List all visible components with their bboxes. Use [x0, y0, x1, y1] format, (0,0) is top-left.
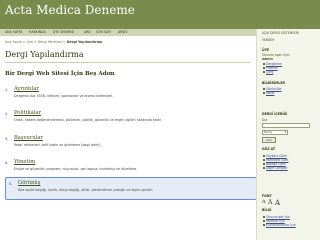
breadcrumb-separator: > [34, 40, 37, 44]
search-label: Ara [262, 118, 268, 122]
step-number: 2. [5, 112, 9, 116]
setup-step-3: 3. Başvurular Yazar rehberleri, telif ha… [5, 135, 251, 151]
setup-step-4: 4. Yönetim Erişim ve güvenlik, program, … [5, 159, 251, 175]
sidebar-user-heading: Üye [262, 48, 270, 52]
page-subtitle: Bir Dergi Web Sitesi İçin Beş Adım [5, 71, 115, 77]
step-description: Ana sayfa başlığı, içerik, dergi başlığı… [18, 188, 154, 192]
step-description: Dergenin Adı, ISSN, iletişim, sponsorlar… [14, 94, 114, 98]
step-link-submissions[interactable]: Başvurular [14, 135, 43, 141]
setup-step-5: 5. Görünüş Ana sayfa başlığı, içerik, de… [5, 177, 257, 200]
nav-archives[interactable]: ARŞİV [118, 29, 128, 36]
sidebar-help-link[interactable]: YARDIM [262, 38, 274, 42]
bullet-icon [263, 63, 265, 65]
sidebar-logout-link[interactable]: Çıkış [266, 70, 273, 74]
sidebar-information-heading: BİLGİ [262, 208, 272, 212]
search-button[interactable]: Ara [262, 137, 276, 143]
title-divider [5, 62, 251, 63]
sidebar-notifications-heading: BİLDİRİMLER [262, 81, 285, 85]
step-number: 1. [5, 88, 9, 92]
search-scope-select[interactable]: Tümü ▾ [262, 130, 288, 135]
bullet-icon [263, 216, 265, 218]
breadcrumb: Ana Sayfa > Üye > Dergi Yönetimi > Dergi… [5, 40, 102, 44]
breadcrumb-home[interactable]: Ana Sayfa [5, 40, 22, 44]
browse-other-journals-link[interactable]: Diğer Dergiler [266, 166, 288, 170]
sidebar-support-link[interactable]: AÇIK DERGİ SİSTEMLERİ [262, 31, 299, 35]
breadcrumb-separator: > [62, 40, 66, 44]
breadcrumb-journal-management[interactable]: Dergi Yönetimi [38, 40, 62, 44]
setup-step-2: 2. Politikalar Odak, hakem değerlendirme… [5, 110, 251, 126]
step-description: Yazar rehberleri, telif hakkı ve dizinle… [14, 143, 102, 147]
nav-home[interactable]: ANA SAYFA [5, 29, 22, 36]
site-title[interactable]: Acta Medica Deneme [5, 3, 135, 17]
sidebar-search-heading: DERGİ İÇERİĞİ [262, 112, 288, 116]
sidebar-notifications-manage-link[interactable]: Yönet [266, 91, 274, 95]
breadcrumb-user[interactable]: Üye [27, 40, 33, 44]
bullet-icon [263, 155, 265, 157]
breadcrumb-current[interactable]: Dergi Yapılandırma [67, 40, 103, 44]
sidebar-browse-heading: Göz at [262, 147, 276, 151]
step-description: Erişim ve güvenlik, program, duyurular, … [14, 167, 138, 171]
nav-search[interactable]: ARA [84, 29, 90, 36]
bullet-icon [263, 224, 265, 226]
bullet-icon [263, 220, 265, 222]
step-number: 3. [5, 137, 9, 141]
setup-step-1: 1. Ayrıntılar Dergenin Adı, ISSN, iletiş… [5, 86, 251, 102]
step-link-details[interactable]: Ayrıntılar [14, 86, 39, 92]
nav-user-home[interactable]: ÜYE SEKMESİ [53, 29, 74, 36]
nav-current[interactable]: SON SAYI [96, 29, 111, 36]
bullet-icon [263, 67, 265, 69]
bullet-icon [263, 71, 265, 73]
page-title: Dergi Yapılandırma [5, 50, 84, 59]
bullet-icon [263, 88, 265, 90]
bullet-icon [263, 163, 265, 165]
step-link-policies[interactable]: Politikalar [14, 110, 41, 116]
step-number: 5. [9, 182, 13, 186]
info-librarians-link[interactable]: Kütüphaneciler İçin [266, 223, 296, 227]
font-medium-icon[interactable]: A [268, 200, 272, 206]
bullet-icon [263, 167, 265, 169]
breadcrumb-separator: > [22, 40, 26, 44]
step-link-management[interactable]: Yönetim [14, 159, 35, 165]
font-small-icon[interactable]: A [262, 200, 266, 205]
search-scope-value: Tümü [264, 130, 273, 134]
font-large-icon[interactable]: A [275, 200, 280, 207]
step-description: Odak, hakem değerlendirmesi, bölümler, g… [14, 118, 162, 122]
sidebar-font-heading: FONT [262, 194, 272, 198]
step-number: 4. [5, 161, 9, 165]
step-link-look[interactable]: Görünüş [18, 180, 40, 186]
bullet-icon [263, 92, 265, 94]
bullet-icon [263, 159, 265, 161]
site-header: Acta Medica Deneme [0, 0, 320, 29]
chevron-down-icon: ▾ [284, 130, 286, 134]
logged-in-username: admin [262, 57, 273, 61]
search-input[interactable] [262, 123, 310, 128]
nav-about[interactable]: HAKKINDA [29, 29, 46, 36]
